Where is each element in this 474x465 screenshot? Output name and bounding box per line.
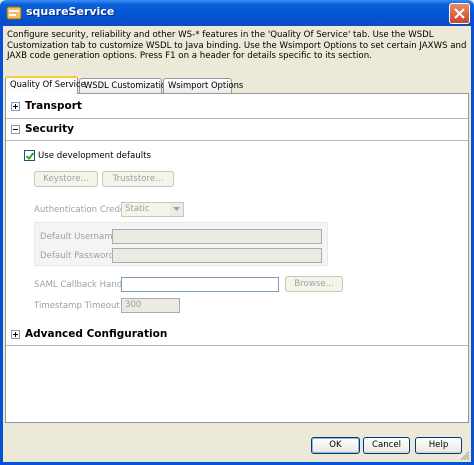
close-button[interactable] xyxy=(449,3,470,24)
keystore-button[interactable]: Keystore... xyxy=(34,171,98,187)
tab-wsdl-customization[interactable]: WSDL Customization xyxy=(79,78,171,93)
default-username-label: Default Username: xyxy=(40,232,121,242)
tab-label: WSDL Customization xyxy=(84,80,172,90)
transport-title: Transport xyxy=(25,100,82,112)
window-title: squareService xyxy=(26,5,115,18)
default-password-label: Default Password: xyxy=(40,251,118,261)
description-text: Configure security, reliability and othe… xyxy=(7,30,467,61)
tab-label: Wsimport Options xyxy=(168,80,244,90)
security-section-header[interactable]: Security xyxy=(11,123,461,137)
security-title: Security xyxy=(25,123,75,135)
divider xyxy=(6,345,468,346)
default-password-field[interactable] xyxy=(112,248,322,263)
tab-label: Quality Of Service xyxy=(10,79,86,89)
tab-quality-of-service[interactable]: Quality Of Service xyxy=(5,76,86,94)
resize-grip-icon[interactable] xyxy=(460,451,470,461)
plus-expander-icon[interactable] xyxy=(11,102,20,111)
checkmark-icon xyxy=(26,152,34,160)
chevron-down-icon xyxy=(170,203,183,216)
use-defaults-checkbox[interactable] xyxy=(24,150,35,161)
cancel-button[interactable]: Cancel xyxy=(363,437,410,454)
minus-expander-icon[interactable] xyxy=(11,125,20,134)
divider xyxy=(6,118,468,119)
auth-credentials-select[interactable]: Static xyxy=(121,202,184,217)
app-icon xyxy=(6,6,22,20)
tab-wsimport-options[interactable]: Wsimport Options xyxy=(163,78,243,93)
advanced-title: Advanced Configuration xyxy=(25,328,168,340)
auth-credentials-value: Static xyxy=(125,204,150,214)
transport-section-header[interactable]: Transport xyxy=(11,100,461,114)
ok-button[interactable]: OK xyxy=(311,437,360,454)
divider xyxy=(6,140,468,141)
title-bar[interactable]: squareService xyxy=(0,0,474,26)
help-button[interactable]: Help xyxy=(415,437,462,454)
advanced-section-header[interactable]: Advanced Configuration xyxy=(11,328,461,342)
browse-button[interactable]: Browse... xyxy=(285,276,343,292)
saml-callback-field[interactable] xyxy=(121,277,279,292)
plus-expander-icon[interactable] xyxy=(11,330,20,339)
timestamp-timeout-value: 300 xyxy=(125,300,142,310)
use-defaults-label: Use development defaults xyxy=(38,151,151,161)
default-username-field[interactable] xyxy=(112,229,322,244)
truststore-button[interactable]: Truststore... xyxy=(102,171,174,187)
close-icon xyxy=(454,8,465,19)
quality-of-service-panel: Transport Security Use development defau… xyxy=(5,93,469,423)
timestamp-timeout-field[interactable]: 300 xyxy=(121,298,180,313)
